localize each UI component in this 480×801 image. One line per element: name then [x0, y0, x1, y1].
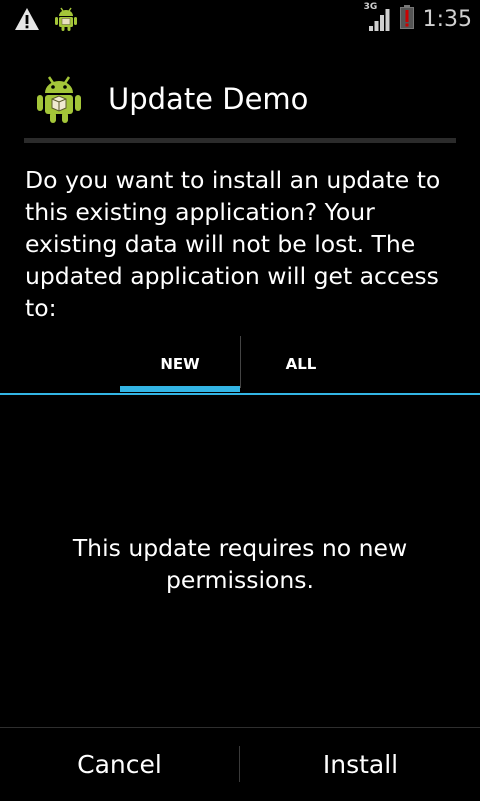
tab-all[interactable]: ALL — [241, 336, 361, 392]
install-button[interactable]: Install — [241, 728, 480, 801]
android-app-icon — [54, 6, 78, 36]
selected-tab-indicator — [120, 386, 240, 392]
button-bar: Cancel Install — [0, 727, 480, 801]
battery-low-icon — [399, 4, 415, 34]
dialog-header: Update Demo — [0, 60, 480, 140]
android-app-icon — [36, 74, 82, 128]
status-time: 1:35 — [422, 6, 472, 32]
install-message: Do you want to install an update to this… — [25, 166, 441, 322]
signal-icon: 3G — [364, 2, 391, 32]
permissions-message: This update requires no new permissions. — [72, 534, 408, 594]
button-separator — [239, 746, 240, 782]
status-bar: 3G 1:35 — [0, 0, 480, 38]
tab-new[interactable]: NEW — [120, 336, 240, 392]
cancel-button[interactable]: Cancel — [0, 728, 239, 801]
header-divider — [24, 138, 456, 143]
system-icons: 3G 1:35 — [364, 0, 472, 38]
dialog-title: Update Demo — [108, 82, 309, 116]
notification-icons — [14, 6, 78, 36]
tab-underline — [0, 393, 480, 395]
warning-icon — [14, 7, 40, 35]
permission-tabs: NEW ALL — [0, 336, 480, 396]
